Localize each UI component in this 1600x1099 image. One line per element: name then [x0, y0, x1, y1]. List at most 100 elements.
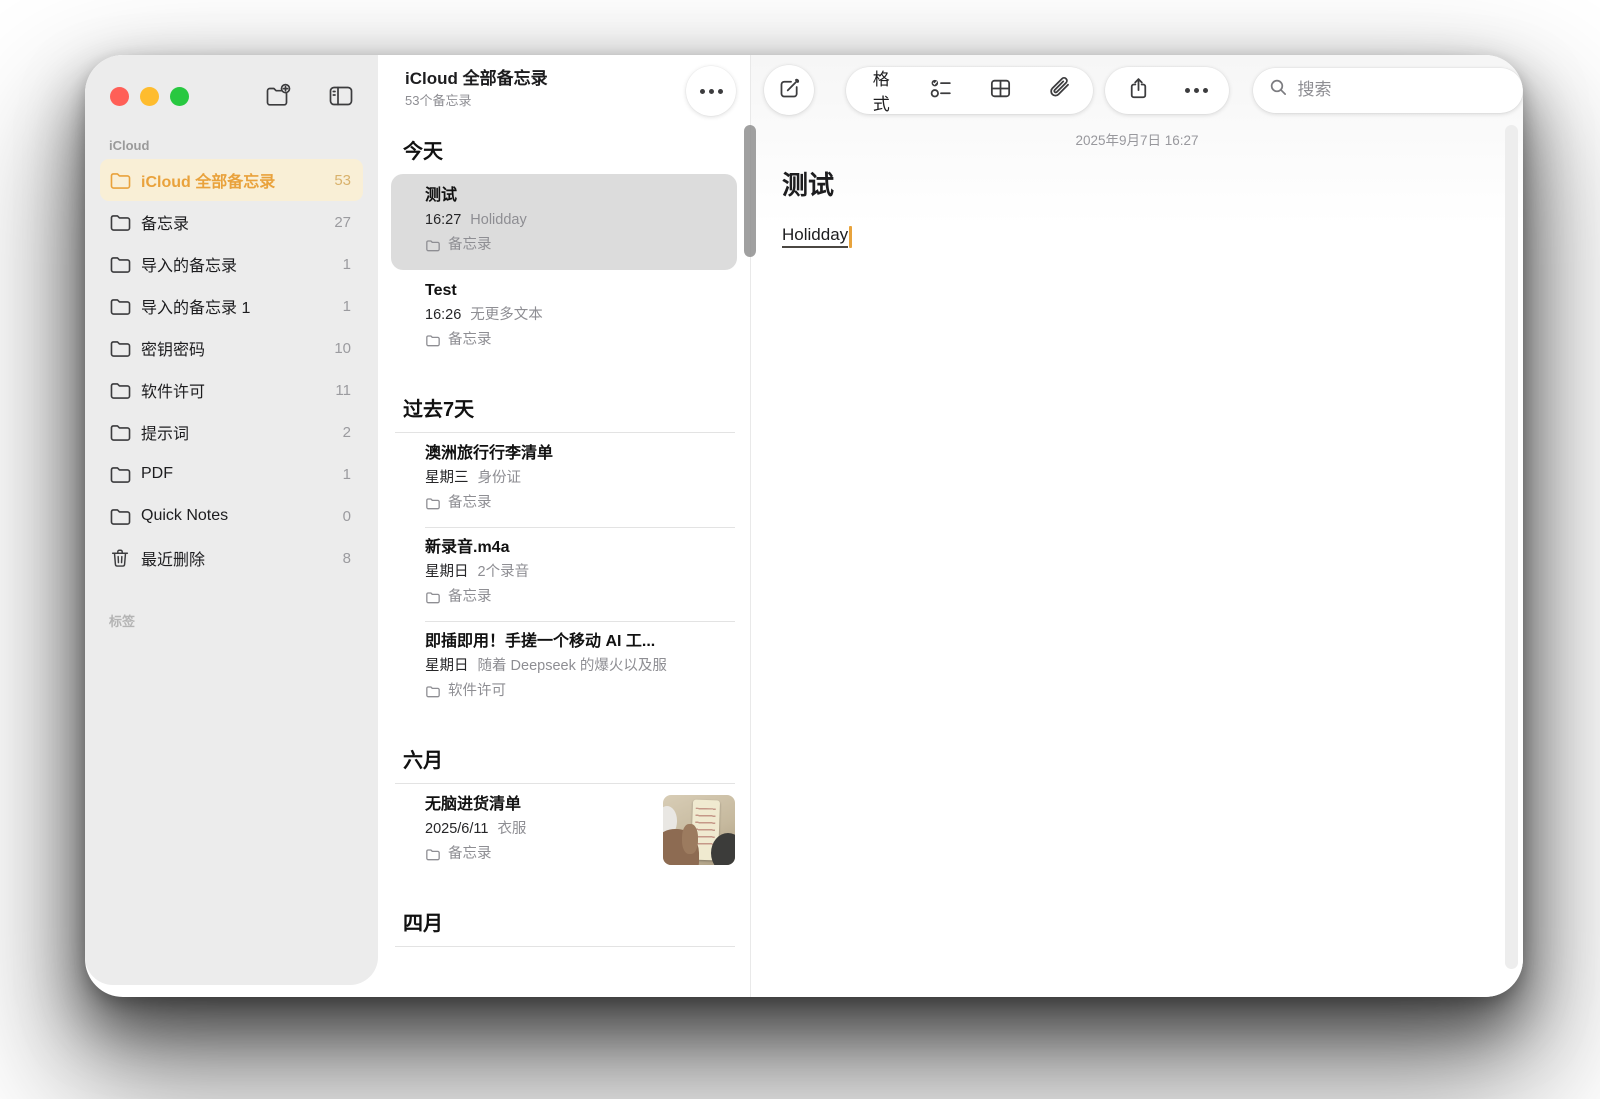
- more-icon: [700, 89, 723, 94]
- sidebar-item-count: 1: [335, 298, 351, 315]
- notes-section: 过去7天 澳洲旅行行李清单 星期三身份证 备忘录: [378, 393, 750, 715]
- note-item-folder: 备忘录: [425, 491, 735, 516]
- note-item-title: Test: [425, 279, 735, 303]
- sidebar-item-count: 11: [327, 382, 351, 399]
- new-folder-button[interactable]: [263, 82, 293, 110]
- note-list-item[interactable]: Test 16:26无更多文本 备忘录: [378, 270, 750, 364]
- traffic-lights: [110, 87, 189, 106]
- table-icon: [988, 76, 1013, 104]
- note-item-folder: 备忘录: [425, 842, 651, 867]
- compose-icon: [777, 76, 802, 104]
- note-item-preview: 随着 Deepseek 的爆火以及服: [478, 658, 667, 674]
- notes-list-scrollbar[interactable]: [744, 125, 756, 257]
- zoom-window-button[interactable]: [170, 87, 189, 106]
- share-button[interactable]: [1109, 67, 1168, 114]
- sidebar-folder-list: iCloud 全部备忘录 53 备忘录 27 导入的备忘录 1 导入的备忘录 1: [85, 159, 378, 579]
- sidebar-item-6[interactable]: 提示词 2: [100, 411, 363, 453]
- editor-more-button[interactable]: [1168, 67, 1225, 114]
- note-item-title: 测试: [425, 184, 723, 208]
- list-more-button[interactable]: [686, 66, 736, 116]
- section-header: 今天: [403, 135, 735, 164]
- text-caret: [849, 226, 852, 248]
- notes-section: 六月 无脑进货清单 2025/6/11 衣服 备忘录: [378, 744, 750, 878]
- note-item-time: 星期三: [425, 470, 469, 486]
- note-list-item[interactable]: 测试 16:27Holidday 备忘录: [391, 174, 737, 270]
- note-list-item[interactable]: 新录音.m4a 星期日2个录音 备忘录: [378, 527, 750, 621]
- folder-icon: [109, 295, 133, 317]
- sidebar-item-9[interactable]: 最近删除 8: [100, 537, 363, 579]
- sidebar-titlebar: [85, 55, 378, 110]
- notes-list-title: iCloud 全部备忘录: [405, 68, 548, 89]
- folder-icon: [109, 463, 133, 485]
- format-toolbar-group: 格式: [846, 67, 1093, 114]
- more-icon: [1185, 88, 1208, 93]
- editor-scrollbar[interactable]: [1505, 125, 1518, 969]
- note-item-meta: 星期日2个录音: [425, 560, 735, 585]
- close-window-button[interactable]: [110, 87, 129, 106]
- editor-toolbar: 格式: [751, 55, 1523, 117]
- minimize-window-button[interactable]: [140, 87, 159, 106]
- note-item-preview: 无更多文本: [470, 307, 543, 323]
- section-header: 六月: [403, 744, 735, 773]
- note-item-time: 16:26: [425, 307, 461, 323]
- sidebar-item-label: 最近删除: [141, 546, 205, 570]
- sidebar-item-0[interactable]: iCloud 全部备忘录 53: [100, 159, 363, 201]
- sidebar-item-5[interactable]: 软件许可 11: [100, 369, 363, 411]
- note-body[interactable]: Holidday: [782, 225, 1523, 248]
- sidebar-item-count: 1: [335, 466, 351, 483]
- sidebar-item-label: 提示词: [141, 420, 189, 444]
- note-item-preview: 衣服: [497, 821, 526, 837]
- search-field[interactable]: [1253, 68, 1523, 113]
- share-toolbar-group: [1105, 67, 1229, 114]
- sidebar-item-count: 10: [326, 340, 351, 357]
- folder-icon: [109, 211, 133, 233]
- note-item-folder-name: 备忘录: [448, 842, 492, 867]
- sidebar-item-count: 53: [326, 172, 351, 189]
- sidebar-item-2[interactable]: 导入的备忘录 1: [100, 243, 363, 285]
- sidebar-item-4[interactable]: 密钥密码 10: [100, 327, 363, 369]
- note-item-preview: 2个录音: [478, 564, 530, 580]
- note-item-title: 无脑进货清单: [425, 793, 651, 817]
- section-divider: [395, 946, 735, 947]
- note-item-title: 即插即用！手搓一个移动 AI 工...: [425, 630, 735, 654]
- table-button[interactable]: [971, 67, 1030, 114]
- note-item-preview: 身份证: [478, 470, 522, 486]
- sidebar-item-label: 导入的备忘录 1: [141, 294, 250, 318]
- sidebar-tags-label: 标签: [109, 611, 378, 630]
- new-note-button[interactable]: [764, 65, 814, 115]
- search-input[interactable]: [1297, 80, 1507, 100]
- note-item-time: 2025/6/11: [425, 821, 488, 837]
- toggle-sidebar-button[interactable]: [326, 82, 356, 110]
- folder-icon: [109, 379, 133, 401]
- sidebar-item-3[interactable]: 导入的备忘录 1 1: [100, 285, 363, 327]
- sidebar-item-label: iCloud 全部备忘录: [141, 168, 275, 192]
- note-item-meta: 2025/6/11 衣服: [425, 817, 651, 842]
- notes-window: iCloud iCloud 全部备忘录 53 备忘录 27 导入的备忘录 1: [85, 55, 1523, 997]
- sidebar-item-label: Quick Notes: [141, 507, 228, 525]
- notes-list-column: iCloud 全部备忘录 53个备忘录 今天 测试 16:27Holidday: [378, 55, 750, 997]
- sidebar-item-count: 0: [335, 508, 351, 525]
- format-button[interactable]: 格式: [850, 67, 912, 114]
- note-item-title: 新录音.m4a: [425, 536, 735, 560]
- notes-scroll-area[interactable]: 今天 测试 16:27Holidday 备忘录: [378, 117, 750, 997]
- note-item-folder: 软件许可: [425, 679, 735, 704]
- checklist-button[interactable]: [912, 67, 971, 114]
- sidebar-item-label: PDF: [141, 465, 173, 483]
- sidebar-item-count: 8: [335, 550, 351, 567]
- trash-icon: [109, 547, 133, 569]
- editor-column: 格式: [750, 55, 1523, 997]
- sidebar-item-8[interactable]: Quick Notes 0: [100, 495, 363, 537]
- note-list-item[interactable]: 澳洲旅行行李清单 星期三身份证 备忘录: [378, 433, 750, 527]
- attach-button[interactable]: [1030, 67, 1089, 114]
- sidebar-item-label: 密钥密码: [141, 336, 205, 360]
- note-item-folder-name: 备忘录: [448, 491, 492, 516]
- note-list-item[interactable]: 即插即用！手搓一个移动 AI 工... 星期日随着 Deepseek 的爆火以及…: [378, 621, 750, 715]
- sidebar-section-label: iCloud: [109, 138, 378, 153]
- sidebar-item-1[interactable]: 备忘录 27: [100, 201, 363, 243]
- note-title: 测试: [782, 165, 1523, 202]
- sidebar-item-7[interactable]: PDF 1: [100, 453, 363, 495]
- search-icon: [1269, 78, 1288, 102]
- note-list-item[interactable]: 无脑进货清单 2025/6/11 衣服 备忘录: [378, 784, 750, 878]
- notes-list-count: 53个备忘录: [405, 90, 548, 109]
- note-item-meta: 星期日随着 Deepseek 的爆火以及服: [425, 654, 735, 679]
